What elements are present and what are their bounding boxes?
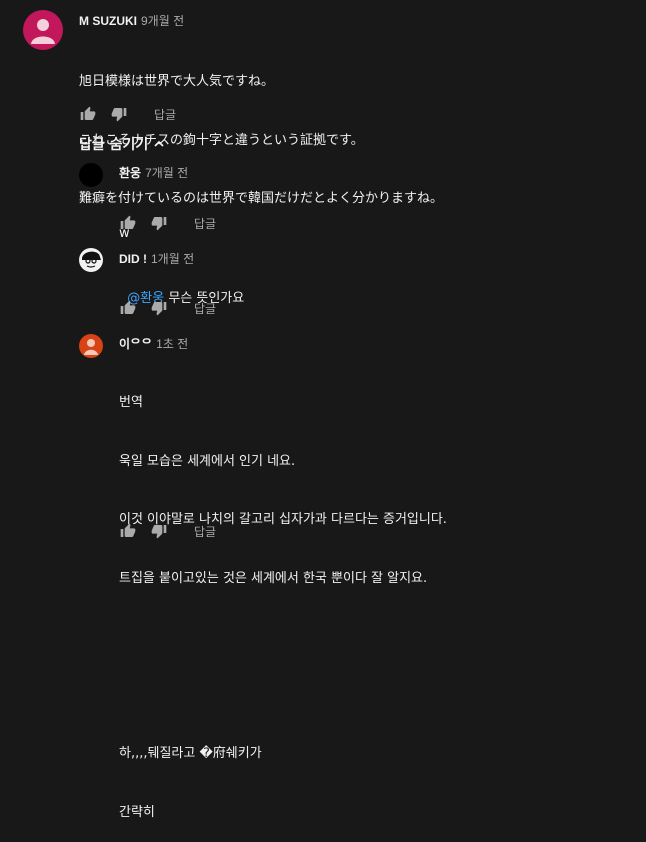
collapse-text-link[interactable]: 간략히 <box>119 803 447 823</box>
author-name[interactable]: 환웅 <box>119 166 141 180</box>
reply-avatar[interactable] <box>79 163 103 187</box>
like-button[interactable] <box>78 104 98 124</box>
chevron-up-icon <box>154 140 164 147</box>
reply-button[interactable]: 답글 <box>194 300 216 317</box>
reply-text: 번역 욱일 모습은 세계에서 인기 네요. 이것 이야말로 나치의 갈고리 십자… <box>119 354 447 842</box>
comment-time[interactable]: 9개월 전 <box>141 14 184 28</box>
comment-line: 難癖を付けているのは世界で韓国だけだとよく分かりますね。 <box>79 191 444 206</box>
thumbs-down-icon <box>111 108 127 122</box>
like-button[interactable] <box>118 298 138 318</box>
author-name[interactable]: M SUZUKI <box>79 14 137 28</box>
hide-replies-label: 답글 숨기기 <box>79 137 149 153</box>
cartoon-face-icon <box>82 251 101 268</box>
dislike-button[interactable] <box>109 104 129 124</box>
dislike-button[interactable] <box>149 521 169 541</box>
reply-line: 트집을 붙이고있는 것은 세계에서 한국 뿐이다 잘 알지요. <box>119 570 428 586</box>
comment-actions: 답글 <box>78 104 176 124</box>
reply-button[interactable]: 답글 <box>194 523 216 540</box>
thumbs-down-icon <box>151 302 167 316</box>
thumbs-up-icon <box>80 106 96 120</box>
reply-author[interactable]: 이ᄋᄋ 1초 전 <box>119 335 188 352</box>
comment-author[interactable]: M SUZUKI 9개월 전 <box>79 12 184 29</box>
reply-time[interactable]: 1초 전 <box>156 337 188 351</box>
reply-actions: 답글 <box>118 213 216 233</box>
reply-line: 번역 <box>119 395 143 410</box>
reply-author[interactable]: 환웅 7개월 전 <box>119 164 188 181</box>
thumbs-down-icon <box>151 217 167 231</box>
thumbs-up-icon <box>120 523 136 537</box>
author-name[interactable]: 이ᄋᄋ <box>119 337 152 351</box>
like-button[interactable] <box>118 521 138 541</box>
reply-avatar[interactable] <box>79 334 103 358</box>
reply-line <box>119 686 447 706</box>
dislike-button[interactable] <box>149 298 169 318</box>
reply-avatar[interactable] <box>79 248 103 272</box>
user-silhouette-icon <box>31 19 55 44</box>
user-silhouette-icon <box>84 339 98 355</box>
thumbs-up-icon <box>120 300 136 314</box>
reply-time[interactable]: 1개월 전 <box>151 252 194 266</box>
author-name[interactable]: DID ! <box>119 252 147 266</box>
thumbs-up-icon <box>120 215 136 229</box>
like-button[interactable] <box>118 213 138 233</box>
comment-text: 旭日模様は世界で大人気ですね。 これこそナチスの鉤十字と違うという証拠です。 難… <box>79 33 443 228</box>
reply-line <box>119 627 447 647</box>
reply-author[interactable]: DID ! 1개월 전 <box>119 250 194 267</box>
reply-time[interactable]: 7개월 전 <box>145 166 188 180</box>
reply-line: 하,,,,뒈질라고 �府쉐키가 <box>119 746 262 761</box>
reply-actions: 답글 <box>118 298 216 318</box>
reply-line: 욱일 모습은 세계에서 인기 네요. <box>119 453 296 469</box>
reply-actions: 답글 <box>118 521 216 541</box>
avatar[interactable] <box>23 10 63 50</box>
comment-line: 旭日模様は世界で大人気ですね。 <box>79 74 275 89</box>
thumbs-down-icon <box>151 525 167 539</box>
reply-button[interactable]: 답글 <box>194 215 216 232</box>
hide-replies-button[interactable]: 답글 숨기기 <box>79 134 165 154</box>
dislike-button[interactable] <box>149 213 169 233</box>
reply-button[interactable]: 답글 <box>154 106 176 123</box>
